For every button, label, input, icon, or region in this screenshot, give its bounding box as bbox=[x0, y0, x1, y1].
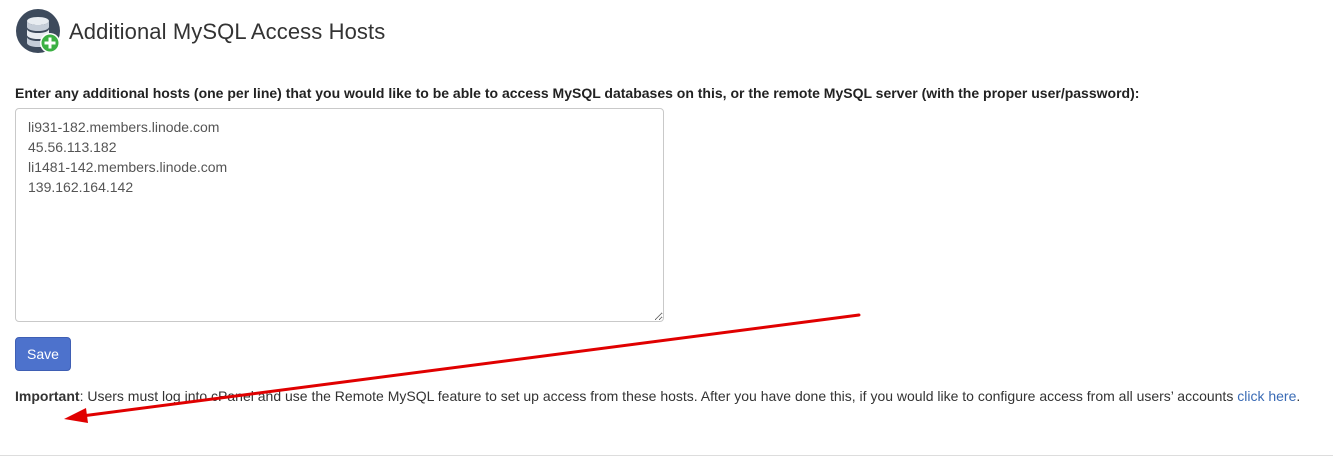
important-notice: Important: Users must log into cPanel an… bbox=[15, 386, 1325, 406]
notice-text: : Users must log into cPanel and use the… bbox=[79, 388, 1238, 404]
click-here-link[interactable]: click here bbox=[1237, 388, 1296, 404]
important-label: Important bbox=[15, 388, 80, 404]
notice-trailing: . bbox=[1296, 388, 1301, 404]
hosts-field-label: Enter any additional hosts (one per line… bbox=[15, 85, 1140, 101]
hosts-textarea[interactable] bbox=[15, 108, 664, 322]
page: Additional MySQL Access Hosts Enter any … bbox=[0, 0, 1333, 458]
database-add-icon bbox=[15, 9, 63, 55]
divider bbox=[0, 455, 1333, 456]
page-title: Additional MySQL Access Hosts bbox=[69, 19, 386, 44]
page-header: Additional MySQL Access Hosts bbox=[15, 9, 385, 55]
save-button[interactable]: Save bbox=[15, 337, 71, 371]
